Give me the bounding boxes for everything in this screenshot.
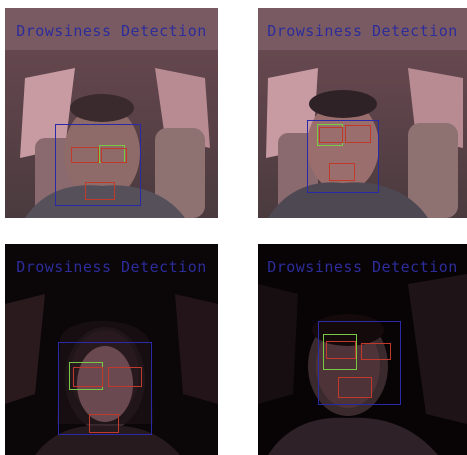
detection-frame-2: Drowsiness Detection — [258, 8, 467, 218]
right-eye-box-inner — [101, 148, 127, 163]
mouth-box — [89, 414, 119, 433]
mouth-box — [329, 163, 355, 181]
mouth-box — [338, 377, 372, 398]
detection-frame-4: Drowsiness Detection — [258, 244, 467, 455]
overlay-label: Drowsiness Detection — [16, 258, 207, 276]
right-eye-box — [345, 125, 371, 143]
left-eye-box-inner — [73, 367, 103, 387]
left-eye-box-inner — [319, 127, 343, 143]
detection-frame-3: Drowsiness Detection — [5, 244, 218, 455]
mouth-box — [85, 182, 115, 200]
overlay-label: Drowsiness Detection — [267, 22, 458, 40]
left-eye-box — [71, 147, 99, 163]
detection-frame-1: Drowsiness Detection — [5, 8, 218, 218]
right-eye-box — [108, 367, 142, 387]
left-eye-box-inner — [326, 341, 356, 359]
overlay-label: Drowsiness Detection — [16, 22, 207, 40]
right-eye-box — [361, 343, 391, 360]
overlay-label: Drowsiness Detection — [267, 258, 458, 276]
